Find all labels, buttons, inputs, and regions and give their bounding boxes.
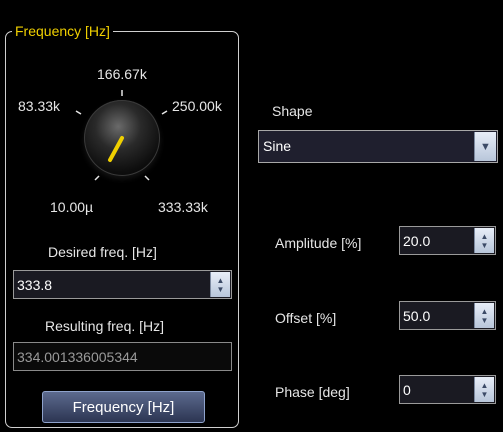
chevron-down-icon[interactable]: ▼ bbox=[481, 241, 489, 250]
desired-freq-stepper[interactable]: ▲ ▼ bbox=[210, 272, 230, 297]
chevron-up-icon[interactable]: ▲ bbox=[481, 307, 489, 316]
resulting-freq-value bbox=[14, 343, 231, 370]
chevron-up-icon[interactable]: ▲ bbox=[481, 381, 489, 390]
desired-freq-input[interactable] bbox=[14, 271, 210, 298]
offset-stepper[interactable]: ▲ ▼ bbox=[474, 303, 494, 328]
offset-input[interactable] bbox=[400, 302, 475, 329]
offset-label: Offset [%] bbox=[275, 310, 337, 326]
desired-freq-spinbox[interactable]: ▲ ▼ bbox=[13, 270, 232, 299]
chevron-down-icon[interactable]: ▼ bbox=[217, 285, 225, 294]
knob-pointer-icon bbox=[108, 136, 124, 162]
resulting-freq-label: Resulting freq. [Hz] bbox=[45, 318, 165, 334]
chevron-up-icon[interactable]: ▲ bbox=[217, 276, 225, 285]
chevron-down-icon[interactable]: ▼ bbox=[474, 132, 496, 161]
offset-spinbox[interactable]: ▲ ▼ bbox=[399, 301, 496, 330]
amplitude-stepper[interactable]: ▲ ▼ bbox=[474, 228, 494, 253]
shape-selected-value: Sine bbox=[263, 138, 292, 154]
shape-label: Shape bbox=[272, 103, 313, 119]
phase-label: Phase [deg] bbox=[275, 384, 350, 400]
chevron-down-icon[interactable]: ▼ bbox=[481, 316, 489, 325]
chevron-up-icon[interactable]: ▲ bbox=[481, 232, 489, 241]
amplitude-input[interactable] bbox=[400, 227, 475, 254]
amplitude-spinbox[interactable]: ▲ ▼ bbox=[399, 226, 496, 255]
phase-input[interactable] bbox=[400, 376, 475, 403]
frequency-button[interactable]: Frequency [Hz] bbox=[42, 391, 205, 423]
phase-spinbox[interactable]: ▲ ▼ bbox=[399, 375, 496, 404]
phase-stepper[interactable]: ▲ ▼ bbox=[474, 377, 494, 402]
resulting-freq-field bbox=[13, 342, 232, 371]
amplitude-label: Amplitude [%] bbox=[275, 235, 362, 251]
shape-select[interactable]: Sine ▼ bbox=[258, 130, 498, 163]
frequency-knob[interactable] bbox=[84, 100, 160, 176]
desired-freq-label: Desired freq. [Hz] bbox=[48, 244, 157, 260]
chevron-down-icon[interactable]: ▼ bbox=[481, 390, 489, 399]
